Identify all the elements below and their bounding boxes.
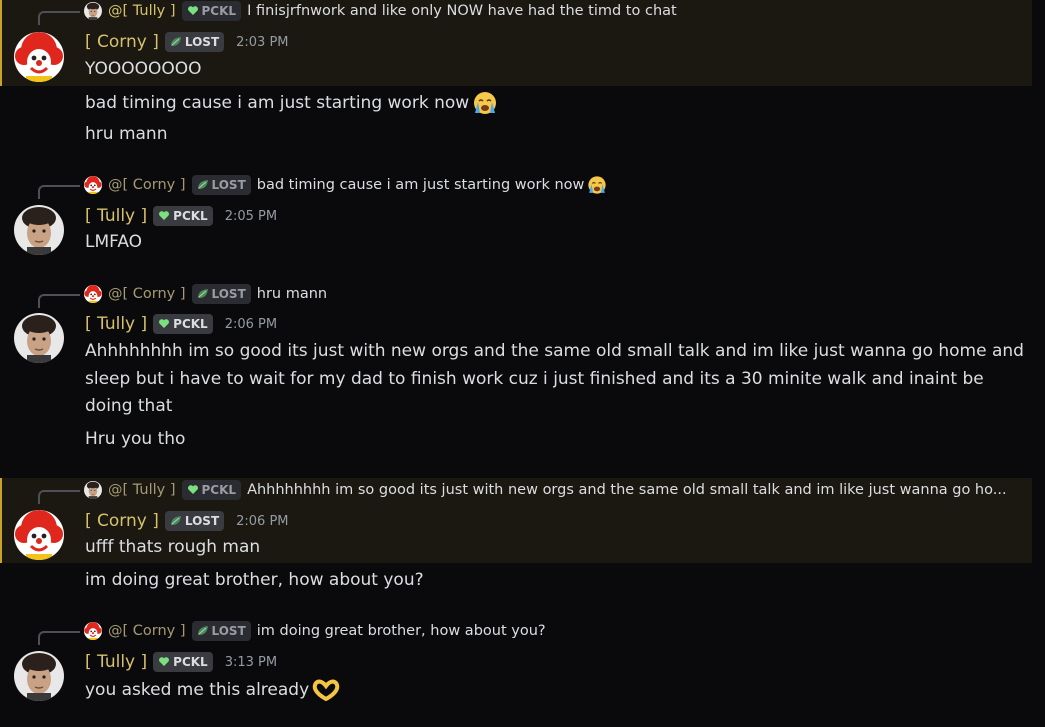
leaf-icon bbox=[170, 36, 182, 47]
chat-messages[interactable]: @[ Tully ] PCKL I finisjrfnwork and like… bbox=[0, 0, 1045, 727]
green-heart-icon bbox=[159, 211, 170, 220]
leaf-icon bbox=[170, 515, 182, 526]
reply-author[interactable]: @[ Tully ] bbox=[108, 482, 176, 498]
reply-spine bbox=[38, 185, 80, 199]
message-header: [ Tully ] PCKL 2:06 PM bbox=[85, 313, 277, 335]
reply-avatar bbox=[84, 176, 102, 194]
reply-text[interactable]: im doing great brother, how about you? bbox=[257, 623, 546, 639]
avatar[interactable] bbox=[14, 205, 64, 255]
role-badge: PCKL bbox=[181, 1, 242, 21]
avatar[interactable] bbox=[14, 651, 64, 701]
reply-text[interactable]: bad timing cause i am just starting work… bbox=[257, 175, 609, 195]
timestamp[interactable]: 2:06 PM bbox=[236, 514, 288, 529]
green-heart-icon bbox=[187, 485, 198, 494]
avatar[interactable] bbox=[14, 32, 64, 82]
timestamp[interactable]: 3:13 PM bbox=[225, 655, 277, 670]
role-badge: PCKL bbox=[153, 314, 213, 334]
reply-text[interactable]: I finisjrfnwork and like only NOW have h… bbox=[247, 3, 677, 19]
reply-avatar bbox=[84, 2, 102, 20]
role-badge: LOST bbox=[164, 32, 225, 52]
message-text: Hru you tho bbox=[85, 429, 186, 449]
author-name[interactable]: [ Corny ] bbox=[85, 511, 159, 531]
role-badge: PCKL bbox=[153, 206, 213, 226]
message-text: YOOOOOOOO bbox=[85, 59, 202, 79]
message-header: [ Tully ] PCKL 2:05 PM bbox=[85, 205, 277, 227]
author-name[interactable]: [ Tully ] bbox=[85, 206, 147, 226]
author-name[interactable]: [ Tully ] bbox=[85, 652, 147, 672]
reply-spine bbox=[38, 11, 80, 25]
reply-author[interactable]: @[ Tully ] bbox=[108, 3, 176, 19]
leaf-icon bbox=[197, 625, 209, 636]
role-badge: LOST bbox=[164, 511, 225, 531]
role-badge: PCKL bbox=[153, 652, 213, 672]
avatar[interactable] bbox=[14, 510, 64, 560]
heart-hands-emoji-icon bbox=[312, 679, 340, 701]
author-name[interactable]: [ Tully ] bbox=[85, 314, 147, 334]
mention-highlight-bar bbox=[0, 478, 2, 563]
mention-highlight-bar bbox=[0, 0, 2, 86]
role-badge: LOST bbox=[191, 284, 251, 304]
green-heart-icon bbox=[159, 657, 170, 666]
timestamp[interactable]: 2:03 PM bbox=[236, 35, 288, 50]
author-name[interactable]: [ Corny ] bbox=[85, 32, 159, 52]
message-text: hru mann bbox=[85, 124, 168, 144]
role-badge: PCKL bbox=[181, 480, 242, 500]
green-heart-icon bbox=[187, 6, 198, 15]
message-header: [ Corny ] LOST 2:03 PM bbox=[85, 31, 289, 53]
reply-text[interactable]: Ahhhhhhhh im so good its just with new o… bbox=[247, 482, 1007, 498]
message-header: [ Tully ] PCKL 3:13 PM bbox=[85, 651, 277, 673]
reply-avatar bbox=[84, 622, 102, 640]
reply-spine bbox=[38, 490, 80, 504]
message-text: bad timing cause i am just starting work… bbox=[85, 91, 499, 115]
reply-avatar bbox=[84, 285, 102, 303]
leaf-icon bbox=[197, 179, 209, 190]
message-header: [ Corny ] LOST 2:06 PM bbox=[85, 510, 289, 532]
message-text: LMFAO bbox=[85, 232, 143, 252]
timestamp[interactable]: 2:06 PM bbox=[225, 317, 277, 332]
reply-author[interactable]: @[ Corny ] bbox=[108, 286, 186, 302]
message-text: you asked me this already bbox=[85, 679, 341, 701]
message-text: ufff thats rough man bbox=[85, 537, 261, 557]
leaf-icon bbox=[197, 288, 209, 299]
message-text: Ahhhhhhhh im so good its just with new o… bbox=[85, 341, 1024, 416]
role-badge: LOST bbox=[191, 621, 251, 641]
reply-spine bbox=[38, 294, 80, 308]
timestamp[interactable]: 2:05 PM bbox=[225, 209, 277, 224]
message-text: im doing great brother, how about you? bbox=[85, 570, 424, 590]
loudly-crying-face-emoji-icon bbox=[474, 92, 497, 114]
green-heart-icon bbox=[159, 319, 170, 328]
reply-spine bbox=[38, 631, 80, 645]
reply-text[interactable]: hru mann bbox=[257, 286, 327, 302]
reply-avatar bbox=[84, 481, 102, 499]
role-badge: LOST bbox=[191, 175, 251, 195]
loudly-crying-face-emoji-icon bbox=[588, 176, 607, 194]
avatar[interactable] bbox=[14, 313, 64, 363]
reply-author[interactable]: @[ Corny ] bbox=[108, 623, 186, 639]
reply-author[interactable]: @[ Corny ] bbox=[108, 177, 186, 193]
